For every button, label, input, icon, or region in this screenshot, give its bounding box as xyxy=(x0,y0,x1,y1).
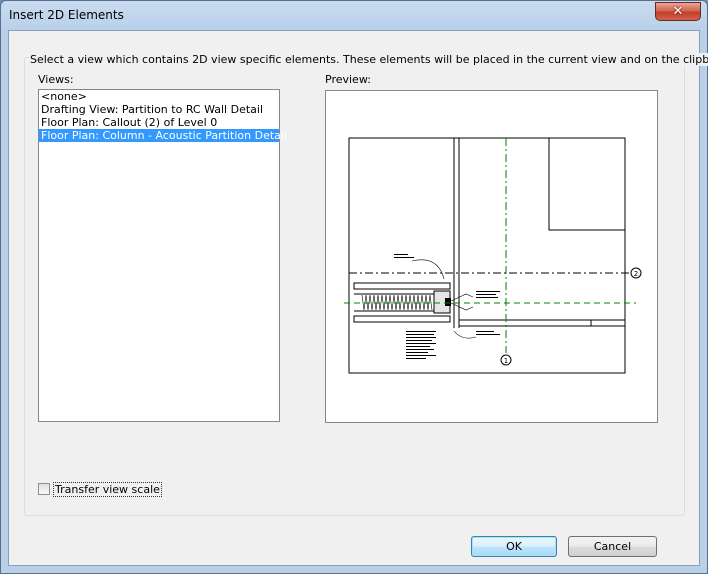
leader-line xyxy=(448,293,474,303)
views-list-item[interactable]: <none> xyxy=(39,90,279,103)
partition-band xyxy=(353,282,451,290)
transfer-view-scale-checkbox[interactable] xyxy=(38,483,50,495)
dialog-client-area: Select a view which contains 2D view spe… xyxy=(8,30,708,566)
views-list-item[interactable]: Drafting View: Partition to RC Wall Deta… xyxy=(39,103,279,116)
beam-symbol xyxy=(586,319,596,327)
instruction-text: Select a view which contains 2D view spe… xyxy=(29,53,708,66)
partition-band xyxy=(353,315,451,323)
leader-line xyxy=(411,259,445,280)
views-list-item[interactable]: Floor Plan: Callout (2) of Level 0 xyxy=(39,116,279,129)
cancel-button[interactable]: Cancel xyxy=(568,536,657,557)
column-core xyxy=(445,298,451,306)
title-bar[interactable]: Insert 2D Elements ✕ xyxy=(1,1,707,31)
window-title: Insert 2D Elements xyxy=(9,8,124,22)
views-label: Views: xyxy=(38,73,74,86)
grid-marker-2: 2 xyxy=(634,270,638,278)
views-listbox[interactable]: <none> Drafting View: Partition to RC Wal… xyxy=(38,89,287,422)
dialog-window: Insert 2D Elements ✕ Select a view which… xyxy=(0,0,708,574)
close-icon: ✕ xyxy=(672,4,684,19)
preview-label: Preview: xyxy=(325,73,371,86)
close-button[interactable]: ✕ xyxy=(655,2,701,21)
drawing-border xyxy=(348,137,626,374)
preview-pane: 2 1 xyxy=(325,90,658,423)
leader-line xyxy=(453,330,477,339)
transfer-view-scale-label[interactable]: Transfer view scale xyxy=(53,482,162,497)
room-outline xyxy=(548,137,626,231)
grid-marker-1: 1 xyxy=(504,357,508,365)
preview-drawing: 2 1 xyxy=(344,137,642,374)
ok-button[interactable]: OK xyxy=(471,536,557,557)
views-list-item[interactable]: Floor Plan: Column - Acoustic Partition … xyxy=(39,129,287,142)
